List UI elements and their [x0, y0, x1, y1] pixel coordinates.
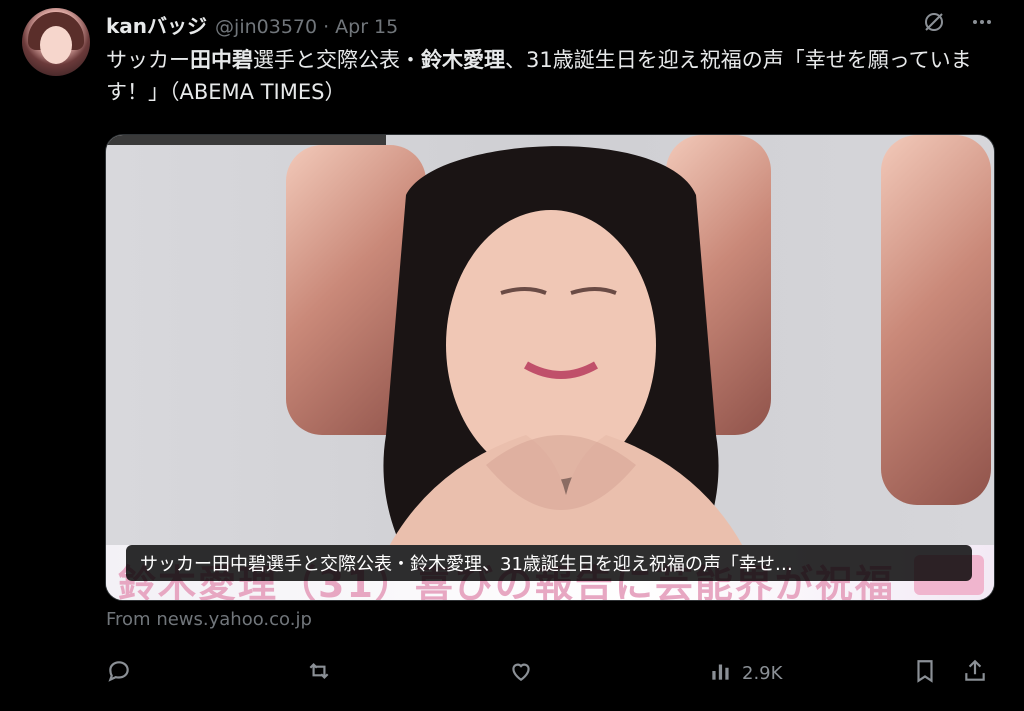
- tweet-text-part2: 選手と交際公表・: [253, 48, 421, 72]
- tweet-text-bold2: 鈴木愛理: [421, 48, 505, 72]
- display-name[interactable]: kanバッジ: [106, 10, 207, 39]
- more-icon[interactable]: [968, 8, 996, 36]
- tweet-date[interactable]: Apr 15: [335, 16, 398, 38]
- action-bar: 2.9K: [100, 655, 1000, 691]
- tweet-top-icons: [920, 8, 996, 36]
- card-source[interactable]: From news.yahoo.co.jp: [106, 609, 312, 630]
- tweet-text-part1: サッカー: [106, 48, 190, 72]
- bookmark-icon: [912, 658, 938, 689]
- share-icon: [962, 658, 988, 689]
- reply-icon: [106, 658, 132, 689]
- card-title[interactable]: サッカー田中碧選手と交際公表・鈴木愛理、31歳誕生日を迎え祝福の声「幸せ…: [126, 545, 972, 581]
- link-card[interactable]: 鈴木愛理（31）喜びの報告に芸能界が祝福 サッカー田中碧選手と交際公表・鈴木愛理…: [105, 134, 995, 601]
- person-figure: [366, 146, 766, 600]
- retweet-icon: [306, 658, 332, 689]
- avatar-face: [40, 26, 72, 64]
- tweet-text-bold1: 田中碧: [190, 48, 253, 72]
- views-count: 2.9K: [742, 662, 783, 684]
- views-button[interactable]: 2.9K: [708, 655, 782, 691]
- views-icon: [708, 658, 734, 689]
- header-separator: ·: [323, 16, 330, 38]
- bookmark-button[interactable]: [912, 655, 938, 691]
- retweet-button[interactable]: [306, 655, 332, 691]
- reply-button[interactable]: [106, 655, 132, 691]
- like-button[interactable]: [508, 655, 534, 691]
- heart-icon: [508, 658, 534, 689]
- tweet-text: サッカー田中碧選手と交際公表・鈴木愛理、31歳誕生日を迎え祝福の声「幸せを願って…: [106, 44, 996, 108]
- no-slash-circle-icon[interactable]: [920, 8, 948, 36]
- tweet-header: kanバッジ @jin03570 · Apr 15: [106, 10, 398, 38]
- avatar[interactable]: [22, 8, 90, 76]
- user-handle[interactable]: @jin03570: [215, 16, 317, 38]
- share-button[interactable]: [962, 655, 988, 691]
